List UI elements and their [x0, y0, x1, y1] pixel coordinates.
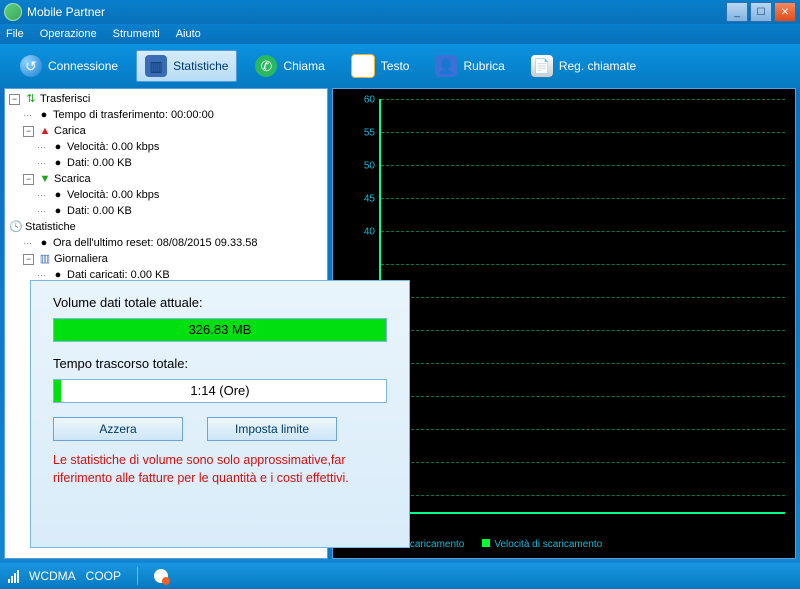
separator [137, 567, 138, 585]
tree-upload-speed-label: Velocità: 0.00 kbps [67, 139, 159, 155]
volume-value: 326.83 MB [54, 319, 386, 341]
volume-label: Volume dati totale attuale: [53, 295, 387, 310]
tab-call[interactable]: ✆ Chiama [247, 51, 332, 81]
tree-transfer-time: ⋯ ● Tempo di trasferimento: 00:00:00 [9, 107, 323, 123]
menu-file[interactable]: File [6, 28, 24, 40]
app-window: Mobile Partner _ ☐ ✕ File Operazione Str… [0, 0, 800, 589]
calllog-icon: 📄 [531, 55, 553, 77]
tree-download[interactable]: − ▼ Scarica [9, 171, 323, 187]
bullet-icon: ● [37, 107, 51, 123]
tree-last-reset-label: Ora dell'ultimo reset: 08/08/2015 09.33.… [53, 235, 258, 251]
close-button[interactable]: ✕ [774, 2, 796, 22]
tab-connection[interactable]: ↺ Connessione [12, 51, 126, 81]
tree-upload-data: ⋯ ● Dati: 0.00 KB [9, 155, 323, 171]
bullet-icon: ● [51, 203, 65, 219]
tab-calllog-label: Reg. chiamate [559, 59, 636, 73]
tab-statistics[interactable]: ▥ Statistiche [136, 50, 237, 82]
phone-icon: ✆ [255, 55, 277, 77]
ytick: 50 [364, 161, 375, 172]
download-icon: ▼ [38, 171, 52, 187]
tree-download-speed: ⋯ ● Velocità: 0.00 kbps [9, 187, 323, 203]
volume-meter: 326.83 MB [53, 318, 387, 342]
status-network: WCDMA [29, 569, 76, 583]
tree-last-reset: ⋯ ● Ora dell'ultimo reset: 08/08/2015 09… [9, 235, 323, 251]
dialog-buttons: Azzera Imposta limite [53, 417, 387, 441]
tree-daily-label: Giornaliera [54, 251, 108, 267]
tab-calllog[interactable]: 📄 Reg. chiamate [523, 51, 644, 81]
bullet-icon: ● [51, 155, 65, 171]
clock-icon: 🕓 [9, 219, 23, 235]
menu-tools[interactable]: Strumenti [113, 28, 160, 40]
statusbar: WCDMA COOP [0, 563, 800, 589]
tree-statistics[interactable]: 🕓 Statistiche [9, 219, 323, 235]
minimize-button[interactable]: _ [726, 2, 748, 22]
transfer-icon: ⇅ [24, 91, 38, 107]
maximize-button[interactable]: ☐ [750, 2, 772, 22]
tab-call-label: Chiama [283, 59, 324, 73]
chart-legend: à di caricamento Velocità di scaricament… [379, 539, 785, 550]
tree-download-speed-label: Velocità: 0.00 kbps [67, 187, 159, 203]
mail-icon: ✉ [351, 54, 375, 78]
signal-icon [8, 569, 19, 583]
tab-text-label: Testo [381, 59, 410, 73]
tree: − ⇅ Trasferisci ⋯ ● Tempo di trasferimen… [5, 89, 327, 285]
tab-text[interactable]: ✉ Testo [343, 50, 418, 82]
time-value: 1:14 (Ore) [54, 380, 386, 402]
ytick: 45 [364, 194, 375, 205]
window-controls: _ ☐ ✕ [726, 2, 796, 22]
legend-swatch-download [482, 539, 490, 547]
bullet-icon: ● [51, 139, 65, 155]
tab-connection-label: Connessione [48, 59, 118, 73]
legend-download: Velocità di scaricamento [482, 539, 602, 550]
expander-icon[interactable]: − [23, 174, 34, 185]
ytick: 60 [364, 95, 375, 106]
tree-transfer[interactable]: − ⇅ Trasferisci [9, 91, 323, 107]
tree-upload-speed: ⋯ ● Velocità: 0.00 kbps [9, 139, 323, 155]
ytick: 55 [364, 128, 375, 139]
expander-icon[interactable]: − [23, 254, 34, 265]
tree-upload[interactable]: − ▲ Carica [9, 123, 323, 139]
tree-transfer-label: Trasferisci [40, 91, 90, 107]
tree-upload-label: Carica [54, 123, 86, 139]
tab-statistics-label: Statistiche [173, 59, 228, 73]
tree-download-data: ⋯ ● Dati: 0.00 KB [9, 203, 323, 219]
tree-transfer-time-label: Tempo di trasferimento: 00:00:00 [53, 107, 214, 123]
menu-help[interactable]: Aiuto [176, 28, 201, 40]
upload-icon: ▲ [38, 123, 52, 139]
portal-icon[interactable] [154, 569, 168, 583]
time-meter: 1:14 (Ore) [53, 379, 387, 403]
reset-button[interactable]: Azzera [53, 417, 183, 441]
statistics-dialog: Volume dati totale attuale: 326.83 MB Te… [30, 280, 410, 548]
status-operator: COOP [86, 569, 121, 583]
statistics-icon: ▥ [145, 55, 167, 77]
app-icon [4, 3, 22, 21]
toolbar: ↺ Connessione ▥ Statistiche ✆ Chiama ✉ T… [0, 44, 800, 88]
tab-contacts[interactable]: 👤 Rubrica [427, 51, 512, 81]
tab-contacts-label: Rubrica [463, 59, 504, 73]
menu-operation[interactable]: Operazione [40, 28, 97, 40]
time-label: Tempo trascorso totale: [53, 356, 387, 371]
tree-upload-data-label: Dati: 0.00 KB [67, 155, 132, 171]
titlebar[interactable]: Mobile Partner _ ☐ ✕ [0, 0, 800, 24]
connection-icon: ↺ [20, 55, 42, 77]
contacts-icon: 👤 [435, 55, 457, 77]
bullet-icon: ● [51, 187, 65, 203]
tree-download-data-label: Dati: 0.00 KB [67, 203, 132, 219]
expander-icon[interactable]: − [9, 94, 20, 105]
bullet-icon: ● [37, 235, 51, 251]
tree-statistics-label: Statistiche [25, 219, 76, 235]
legend-download-label: Velocità di scaricamento [494, 539, 602, 550]
tree-download-label: Scarica [54, 171, 91, 187]
chart-icon: ▥ [38, 251, 52, 267]
tree-daily[interactable]: − ▥ Giornaliera [9, 251, 323, 267]
window-title: Mobile Partner [27, 5, 726, 19]
menubar: File Operazione Strumenti Aiuto [0, 24, 800, 44]
expander-icon[interactable]: − [23, 126, 34, 137]
set-limit-button[interactable]: Imposta limite [207, 417, 337, 441]
ytick: 40 [364, 227, 375, 238]
warning-text: Le statistiche di volume sono solo appro… [53, 451, 387, 487]
chart-area: 60 55 50 45 40 [379, 99, 785, 514]
